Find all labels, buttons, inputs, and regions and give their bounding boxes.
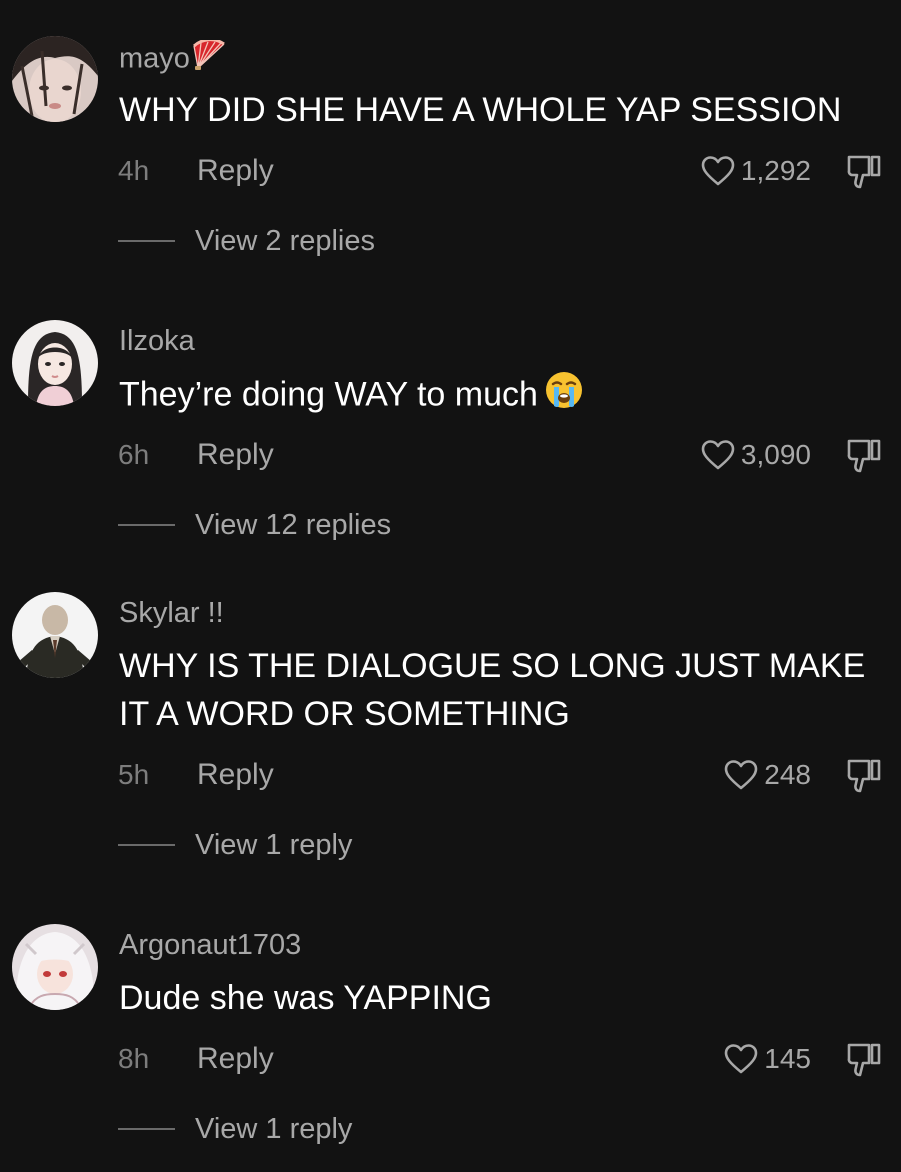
like-count: 248	[764, 759, 811, 790]
like-count: 1,292	[740, 155, 811, 186]
comment-time: 5h	[118, 759, 150, 790]
comment-username[interactable]: Skylar !!	[119, 596, 224, 630]
comment-actions: 8h Reply 145	[0, 1039, 901, 1079]
view-replies-button[interactable]: View 1 reply	[118, 1109, 352, 1149]
comment-time: 4h	[118, 155, 150, 186]
divider	[118, 1128, 175, 1130]
folding-fan-icon	[192, 38, 228, 80]
dislike-button[interactable]	[845, 153, 883, 191]
view-replies-label: View 12 replies	[195, 509, 392, 541]
divider	[118, 240, 175, 242]
like-count: 145	[764, 1043, 811, 1074]
thumbs-down-icon	[845, 153, 883, 191]
avatar[interactable]	[12, 592, 98, 678]
view-replies-label: View 2 replies	[195, 225, 376, 257]
avatar-image	[12, 592, 98, 678]
comment-username[interactable]: Ilzoka	[119, 324, 195, 358]
comment-actions: 5h Reply 248	[0, 755, 901, 795]
avatar-image	[12, 36, 98, 122]
reply-button[interactable]: Reply	[197, 755, 274, 795]
like-button[interactable]: 1,292	[700, 153, 811, 189]
comment-text: They’re doing WAY to much	[119, 370, 894, 423]
reply-button[interactable]: Reply	[197, 1039, 274, 1079]
view-replies-label: View 1 reply	[195, 829, 353, 861]
comment-actions: 6h Reply 3,090	[0, 435, 901, 475]
comment-time: 8h	[118, 1043, 150, 1074]
username-text[interactable]: mayo	[119, 43, 190, 75]
like-button[interactable]: 145	[723, 1041, 811, 1077]
comment-time: 6h	[118, 439, 150, 470]
comment-text-content: They’re doing WAY to much	[119, 375, 538, 414]
like-button[interactable]: 3,090	[700, 437, 811, 473]
comment-text: WHY DID SHE HAVE A WHOLE YAP SESSION	[119, 91, 842, 129]
heart-icon	[700, 155, 736, 187]
divider	[118, 844, 175, 846]
heart-icon	[723, 1043, 759, 1075]
avatar-image	[12, 320, 98, 406]
view-replies-button[interactable]: View 1 reply	[118, 825, 352, 865]
reply-button[interactable]: Reply	[197, 151, 274, 191]
comment-text: WHY IS THE DIALOGUE SO LONG JUST MAKE IT…	[119, 647, 866, 733]
comment-username[interactable]: mayo	[119, 38, 228, 80]
dislike-button[interactable]	[845, 757, 883, 795]
view-replies-label: View 1 reply	[195, 1113, 353, 1145]
comment-actions: 4h Reply 1,292	[0, 151, 901, 191]
thumbs-down-icon	[845, 437, 883, 475]
view-replies-button[interactable]: View 2 replies	[118, 221, 375, 261]
like-button[interactable]: 248	[723, 757, 811, 793]
dislike-button[interactable]	[845, 437, 883, 475]
avatar[interactable]	[12, 320, 98, 406]
divider	[118, 524, 175, 526]
thumbs-down-icon	[845, 1041, 883, 1079]
comment-username[interactable]: Argonaut1703	[119, 928, 301, 962]
loudly-crying-face-icon	[544, 370, 584, 423]
avatar-image	[12, 924, 98, 1010]
reply-button[interactable]: Reply	[197, 435, 274, 475]
like-count: 3,090	[740, 439, 811, 470]
view-replies-button[interactable]: View 12 replies	[118, 505, 391, 545]
comment-text: Dude she was YAPPING	[119, 979, 492, 1017]
dislike-button[interactable]	[845, 1041, 883, 1079]
thumbs-down-icon	[845, 757, 883, 795]
avatar[interactable]	[12, 36, 98, 122]
heart-icon	[700, 439, 736, 471]
avatar[interactable]	[12, 924, 98, 1010]
heart-icon	[723, 759, 759, 791]
